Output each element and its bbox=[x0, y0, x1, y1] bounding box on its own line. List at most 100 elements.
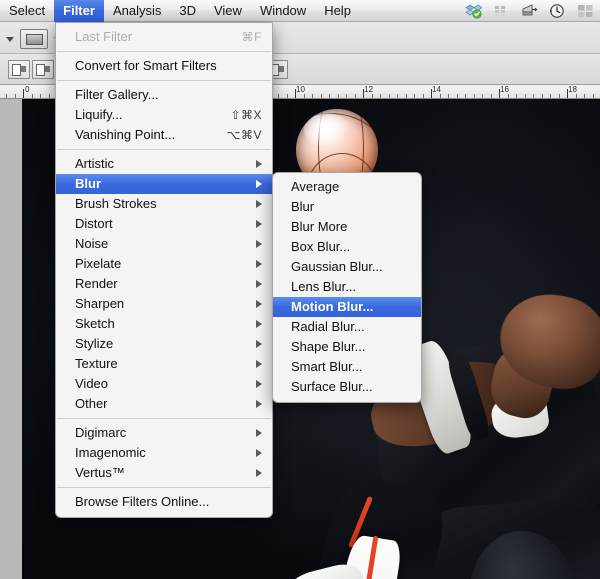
filter-menu-item-render[interactable]: Render bbox=[56, 274, 272, 294]
submenu-arrow-icon bbox=[256, 320, 262, 328]
submenu-arrow-icon bbox=[256, 340, 262, 348]
ruler-tick bbox=[23, 89, 24, 98]
ruler-tick bbox=[491, 94, 492, 98]
menu-item-label: Blur More bbox=[291, 219, 348, 234]
ruler-tick bbox=[457, 94, 458, 98]
filter-menu-item-convert-for-smart-filters[interactable]: Convert for Smart Filters bbox=[56, 56, 272, 76]
menu-item-label: Shape Blur... bbox=[291, 339, 366, 354]
blur-submenu-item-blur[interactable]: Blur bbox=[273, 197, 421, 217]
menu-item-label: Lens Blur... bbox=[291, 279, 357, 294]
filter-menu-item-blur[interactable]: Blur bbox=[56, 174, 272, 194]
ruler-label: 14 bbox=[432, 85, 441, 94]
menu-item-shortcut: ⌘F bbox=[241, 30, 262, 44]
filter-menu-item-digimarc[interactable]: Digimarc bbox=[56, 423, 272, 443]
filter-menu-item-stylize[interactable]: Stylize bbox=[56, 334, 272, 354]
align-center-button[interactable] bbox=[32, 60, 54, 79]
submenu-arrow-icon bbox=[256, 469, 262, 477]
filter-menu-item-imagenomic[interactable]: Imagenomic bbox=[56, 443, 272, 463]
submenu-arrow-icon bbox=[256, 300, 262, 308]
blur-submenu-item-surface-blur[interactable]: Surface Blur... bbox=[273, 377, 421, 397]
menubar-item-3d[interactable]: 3D bbox=[170, 0, 205, 22]
filter-menu-item-artistic[interactable]: Artistic bbox=[56, 154, 272, 174]
ruler-label: 12 bbox=[364, 85, 373, 94]
menubar-item-select[interactable]: Select bbox=[0, 0, 54, 22]
ruler-tick bbox=[32, 94, 33, 98]
align-left-button[interactable] bbox=[8, 60, 30, 79]
filter-menu-item-vanishing-point[interactable]: Vanishing Point... ⌥⌘V bbox=[56, 125, 272, 145]
menu-item-label: Pixelate bbox=[75, 256, 122, 271]
filter-menu-item-vertus[interactable]: Vertus™ bbox=[56, 463, 272, 483]
ruler-tick bbox=[525, 94, 526, 98]
blur-submenu-item-shape-blur[interactable]: Shape Blur... bbox=[273, 337, 421, 357]
menu-separator bbox=[57, 487, 271, 488]
filter-menu-item-sharpen[interactable]: Sharpen bbox=[56, 294, 272, 314]
filter-menu-item-browse-filters-online[interactable]: Browse Filters Online... bbox=[56, 492, 272, 512]
dropbox-sync-icon[interactable] bbox=[465, 3, 483, 19]
blur-submenu-item-lens-blur[interactable]: Lens Blur... bbox=[273, 277, 421, 297]
printer-eject-icon[interactable] bbox=[521, 3, 538, 19]
ruler-tick bbox=[533, 94, 534, 98]
blur-submenu-item-box-blur[interactable]: Box Blur... bbox=[273, 237, 421, 257]
ruler-tick bbox=[49, 94, 50, 98]
filter-menu-item-sketch[interactable]: Sketch bbox=[56, 314, 272, 334]
filter-menu-item-noise[interactable]: Noise bbox=[56, 234, 272, 254]
menubar-item-window[interactable]: Window bbox=[251, 0, 315, 22]
filter-menu-item-last-filter: Last Filter ⌘F bbox=[56, 27, 272, 47]
menu-item-label: Box Blur... bbox=[291, 239, 351, 254]
ruler-tick bbox=[329, 94, 330, 98]
ruler-tick bbox=[440, 94, 441, 98]
photoshop-window: Select Filter Analysis 3D View Window Help bbox=[0, 0, 600, 579]
menu-item-label: Brush Strokes bbox=[75, 196, 157, 211]
filter-menu-item-distort[interactable]: Distort bbox=[56, 214, 272, 234]
clock-icon[interactable] bbox=[549, 3, 566, 19]
menubar-item-analysis[interactable]: Analysis bbox=[104, 0, 170, 22]
ruler-tick bbox=[482, 94, 483, 98]
blur-submenu-item-average[interactable]: Average bbox=[273, 177, 421, 197]
shape-thumbnail-button[interactable] bbox=[20, 29, 48, 49]
menu-item-label: Smart Blur... bbox=[291, 359, 363, 374]
blur-submenu-item-gaussian-blur[interactable]: Gaussian Blur... bbox=[273, 257, 421, 277]
ruler-tick bbox=[474, 94, 475, 98]
blur-submenu-item-radial-blur[interactable]: Radial Blur... bbox=[273, 317, 421, 337]
submenu-arrow-icon bbox=[256, 260, 262, 268]
system-tray bbox=[465, 3, 600, 19]
menu-item-label: Texture bbox=[75, 356, 118, 371]
menubar-item-view[interactable]: View bbox=[205, 0, 251, 22]
blur-submenu-item-smart-blur[interactable]: Smart Blur... bbox=[273, 357, 421, 377]
filter-menu-item-other[interactable]: Other bbox=[56, 394, 272, 414]
ruler-tick bbox=[584, 94, 585, 98]
menubar-item-filter[interactable]: Filter bbox=[54, 0, 104, 22]
ruler-tick bbox=[576, 94, 577, 98]
menu-item-label: Vanishing Point... bbox=[75, 127, 176, 142]
submenu-arrow-icon bbox=[256, 280, 262, 288]
menu-item-label: Video bbox=[75, 376, 109, 391]
menu-separator bbox=[57, 149, 271, 150]
ruler-tick bbox=[40, 94, 41, 98]
filter-menu-item-pixelate[interactable]: Pixelate bbox=[56, 254, 272, 274]
menu-item-label: Blur bbox=[75, 176, 101, 191]
ruler-tick bbox=[278, 94, 279, 98]
menu-separator bbox=[57, 51, 271, 52]
menu-item-label: Surface Blur... bbox=[291, 379, 373, 394]
submenu-arrow-icon bbox=[256, 160, 262, 168]
menu-item-label: Browse Filters Online... bbox=[75, 494, 210, 509]
blur-submenu-item-motion-blur[interactable]: Motion Blur... bbox=[273, 297, 421, 317]
filter-menu-item-liquify[interactable]: Liquify... ⇧⌘X bbox=[56, 105, 272, 125]
filter-menu-item-video[interactable]: Video bbox=[56, 374, 272, 394]
blur-submenu[interactable]: Average Blur Blur More Box Blur... Gaussian … bbox=[272, 172, 422, 403]
menu-item-label: Average bbox=[291, 179, 340, 194]
ruler-tick bbox=[355, 94, 356, 98]
filter-menu[interactable]: Last Filter ⌘F Convert for Smart Filters Fi… bbox=[55, 22, 273, 518]
filter-menu-item-filter-gallery[interactable]: Filter Gallery... bbox=[56, 85, 272, 105]
ruler-tick bbox=[406, 94, 407, 98]
chevron-down-icon[interactable] bbox=[6, 36, 14, 42]
battery-column-icon[interactable] bbox=[493, 3, 510, 19]
blur-submenu-item-blur-more[interactable]: Blur More bbox=[273, 217, 421, 237]
menu-item-label: Blur bbox=[291, 199, 315, 214]
filter-menu-item-texture[interactable]: Texture bbox=[56, 354, 272, 374]
menubar-item-help[interactable]: Help bbox=[315, 0, 360, 22]
ruler-tick bbox=[559, 94, 560, 98]
ruler-tick bbox=[312, 94, 313, 98]
grid-icon[interactable] bbox=[577, 3, 594, 19]
filter-menu-item-brush-strokes[interactable]: Brush Strokes bbox=[56, 194, 272, 214]
